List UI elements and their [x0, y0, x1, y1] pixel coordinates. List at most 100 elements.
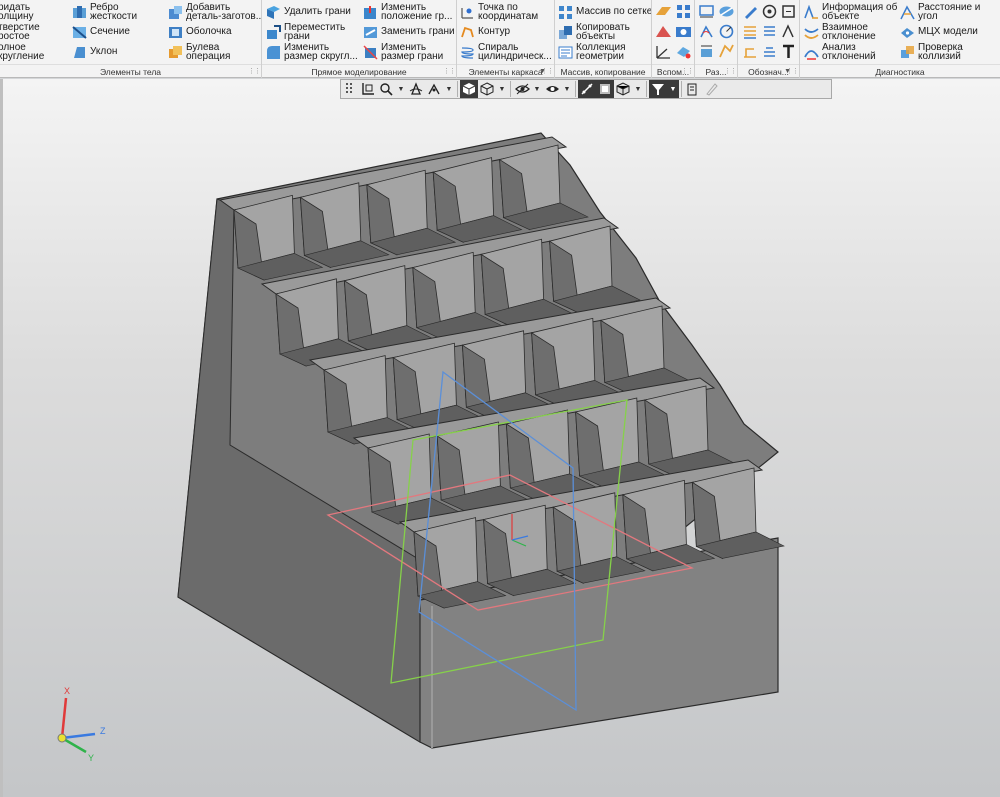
- visibility-eye-icon[interactable]: [513, 80, 531, 98]
- toolbar-grip-icon[interactable]: [341, 80, 359, 98]
- mutual-deviation-button[interactable]: Взаимное отклонение: [804, 22, 876, 42]
- group-grip-icon[interactable]: ⋮⋮: [724, 67, 737, 75]
- 3d-viewport[interactable]: X Z Y: [0, 79, 1000, 797]
- pan-icon[interactable]: [425, 80, 443, 98]
- designation-base-icon[interactable]: [761, 3, 778, 20]
- add-blank-button[interactable]: Добавить деталь-заготов...: [168, 2, 261, 22]
- aux-point-icon[interactable]: [655, 23, 672, 40]
- aux-camera-icon[interactable]: [675, 23, 692, 40]
- replace-faces-button[interactable]: Заменить грани: [363, 22, 455, 42]
- display-mode-dropdown-icon[interactable]: ▼: [561, 80, 573, 98]
- perspective-icon[interactable]: [614, 80, 632, 98]
- measure-icon[interactable]: [684, 80, 702, 98]
- dim-linear-icon[interactable]: [698, 3, 715, 20]
- spiral-button[interactable]: Спираль цилиндрическ...: [460, 42, 552, 62]
- delete-faces-button[interactable]: Удалить грани: [266, 2, 351, 22]
- distance-angle-icon: [900, 4, 915, 19]
- group-grip-icon[interactable]: ⋮⋮: [248, 67, 261, 75]
- resize-face-button[interactable]: Изменить размер грани: [363, 42, 443, 62]
- designation-roughness-icon[interactable]: [742, 23, 759, 40]
- display-mode-icon[interactable]: [543, 80, 561, 98]
- group-label-designations: Обознач...: [748, 66, 789, 77]
- fillet-button[interactable]: олное кругление: [0, 42, 44, 62]
- designation-pen-icon[interactable]: [742, 3, 759, 20]
- object-info-button[interactable]: Информация об объекте: [804, 2, 897, 22]
- mass-properties-button[interactable]: МЦХ модели: [900, 22, 978, 42]
- replace-faces-icon: [364, 26, 377, 38]
- aux-axis-icon[interactable]: [675, 3, 692, 20]
- dim-auto-icon[interactable]: [718, 43, 735, 60]
- add-blank-icon: [169, 5, 182, 19]
- triad-label-y: Y: [88, 753, 94, 763]
- model-scene[interactable]: X Z Y: [0, 79, 1000, 797]
- aux-plane-icon[interactable]: [655, 3, 672, 20]
- visibility-dropdown-icon[interactable]: ▼: [531, 80, 543, 98]
- dim-angle-icon[interactable]: [698, 23, 715, 40]
- mass-properties-icon: [901, 27, 914, 38]
- dim-height-icon[interactable]: [698, 43, 715, 60]
- group-grip-icon[interactable]: ⋮⋮: [443, 67, 456, 75]
- designation-text-icon[interactable]: [780, 43, 797, 60]
- group-designations: Обознач... ▼ ⋮⋮: [738, 0, 800, 78]
- copy-objects-button[interactable]: Копировать объекты: [558, 22, 630, 42]
- contour-icon: [461, 26, 474, 37]
- filter-icon[interactable]: [649, 80, 667, 98]
- deviation-analysis-button[interactable]: Анализ отклонений: [804, 42, 876, 62]
- rib-button[interactable]: Ребро жесткости: [72, 2, 137, 22]
- designation-datum-icon[interactable]: [780, 3, 797, 20]
- group-grip-icon[interactable]: ⋮⋮: [786, 67, 799, 75]
- draft-button[interactable]: Уклон: [72, 42, 117, 62]
- object-info-icon: [804, 4, 818, 19]
- section-view-icon[interactable]: [578, 80, 596, 98]
- face-position-button[interactable]: Изменить положение гр...: [363, 2, 452, 22]
- distance-angle-button[interactable]: Расстояние и угол: [900, 2, 980, 22]
- group-label-direct-modeling: Прямое моделирование: [311, 66, 407, 77]
- section-button[interactable]: Сечение: [72, 22, 130, 42]
- shaded-view-icon[interactable]: [596, 80, 614, 98]
- deviation-analysis-icon: [804, 49, 819, 60]
- geometry-collection-icon: [558, 46, 573, 58]
- delete-faces-icon: [267, 5, 280, 19]
- view-orientation-dropdown-icon[interactable]: ▼: [496, 80, 508, 98]
- boolean-button[interactable]: Булева операция: [168, 42, 230, 62]
- group-auxiliary: Вспом... ⋮⋮: [652, 0, 695, 78]
- triad-axis-x: [60, 697, 68, 739]
- grid-array-icon: [559, 5, 572, 19]
- shell-icon: [169, 26, 182, 38]
- hole-button[interactable]: тверстие ростое: [0, 22, 40, 42]
- move-faces-button[interactable]: Переместить грани: [266, 22, 345, 42]
- group-grip-icon[interactable]: ⋮⋮: [681, 67, 694, 75]
- designation-mark-icon[interactable]: [761, 43, 778, 60]
- face-position-icon: [364, 5, 376, 19]
- aux-surface-icon[interactable]: [675, 43, 692, 60]
- view-orientation-icon[interactable]: [478, 80, 496, 98]
- point-coords-button[interactable]: Точка по координатам: [460, 2, 538, 22]
- section-icon: [72, 25, 87, 39]
- zoom-dropdown-icon[interactable]: ▼: [395, 80, 407, 98]
- group-label-array-copy: Массив, копирование: [560, 66, 646, 77]
- thicken-button[interactable]: ридать олщину: [0, 2, 34, 22]
- zoom-icon[interactable]: [377, 80, 395, 98]
- contour-button[interactable]: Контур: [460, 22, 510, 42]
- designation-tolerance-icon[interactable]: [780, 23, 797, 40]
- designation-leader-icon[interactable]: [761, 23, 778, 40]
- rib-icon: [73, 5, 86, 18]
- aux-lcs-icon[interactable]: [655, 43, 672, 60]
- rotate-icon[interactable]: [407, 80, 425, 98]
- filter-dropdown-icon[interactable]: ▼: [667, 80, 679, 98]
- designation-weld-icon[interactable]: [742, 43, 759, 60]
- geometry-collection-button[interactable]: Коллекция геометрии: [558, 42, 626, 62]
- resize-face-icon: [363, 44, 378, 60]
- zoom-fit-icon[interactable]: [359, 80, 377, 98]
- dim-diameter-icon[interactable]: [718, 3, 735, 20]
- shell-button[interactable]: Оболочка: [168, 22, 232, 42]
- perspective-dropdown-icon[interactable]: ▼: [632, 80, 644, 98]
- group-label-body-elements: Элементы тела: [99, 66, 162, 77]
- grid-array-button[interactable]: Массив по сетке: [558, 2, 651, 22]
- dim-radius-icon[interactable]: [718, 23, 735, 40]
- pan-dropdown-icon[interactable]: ▼: [443, 80, 455, 98]
- orientation-cube-icon[interactable]: [460, 80, 478, 98]
- collision-check-button[interactable]: Проверка коллизий: [900, 42, 963, 62]
- resize-fillet-button[interactable]: Изменить размер скругл...: [266, 42, 358, 62]
- group-grip-icon[interactable]: ⋮⋮: [541, 67, 554, 75]
